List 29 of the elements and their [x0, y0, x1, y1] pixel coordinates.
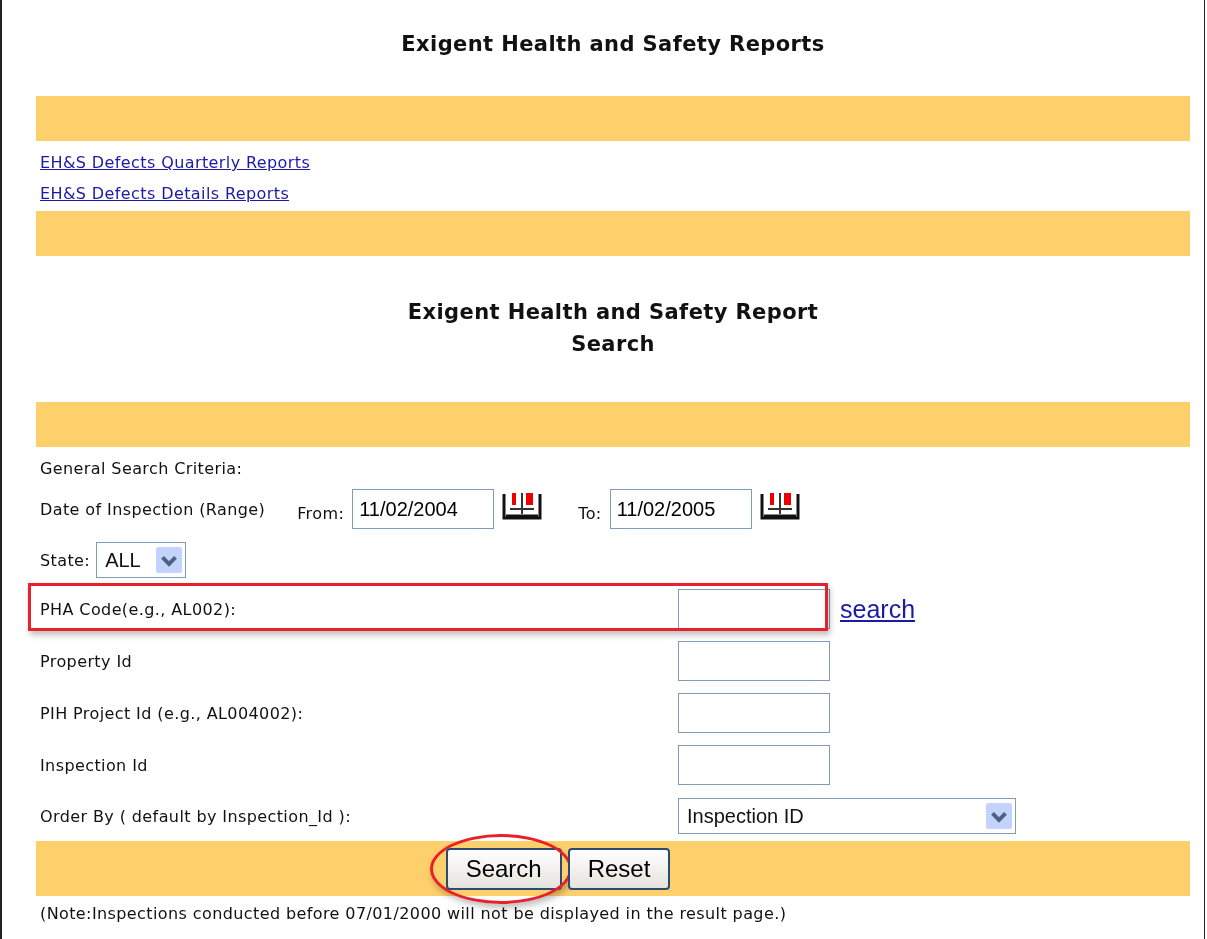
- report-link[interactable]: EH&S Defects Details Reports: [40, 184, 290, 203]
- date-field[interactable]: 11/02/2005: [609, 489, 752, 529]
- note-text: (Note:Inspections conducted before 07/01/2000 will not be displayed in the result page.): [39, 903, 788, 923]
- field-label: Inspection Id: [40, 755, 149, 775]
- page-title: Exigent Health and Safety Reports: [400, 31, 826, 58]
- field-label: From:: [297, 503, 345, 523]
- order-by-dropdown[interactable]: Inspection ID: [678, 798, 1016, 834]
- form-heading: Search: [570, 331, 656, 358]
- field-label: State:: [40, 550, 91, 570]
- field-label: Date of Inspection (Range): [40, 499, 266, 519]
- field-label: Property Id: [40, 651, 134, 671]
- date-field[interactable]: 11/02/2004: [352, 489, 495, 529]
- input-field[interactable]: [678, 693, 830, 733]
- form-button[interactable]: Search: [445, 847, 562, 890]
- field-label: To:: [578, 503, 602, 523]
- calendar-icon[interactable]: [502, 490, 543, 520]
- input-field[interactable]: [678, 589, 830, 629]
- calendar-icon[interactable]: [759, 490, 800, 520]
- input-field[interactable]: [678, 641, 830, 681]
- form-button[interactable]: Reset: [567, 847, 671, 890]
- search-link[interactable]: search: [840, 594, 1186, 624]
- field-label: PHA Code(e.g., AL002):: [40, 599, 238, 619]
- field-label: PIH Project Id (e.g., AL004002):: [40, 703, 305, 723]
- state-dropdown[interactable]: ALL: [96, 542, 187, 578]
- field-label: Order By ( default by Inspection_Id ):: [40, 806, 352, 826]
- form-heading: Exigent Health and Safety Report: [406, 299, 820, 326]
- report-link[interactable]: EH&S Defects Quarterly Reports: [40, 153, 311, 172]
- section-label: General Search Criteria:: [40, 458, 243, 478]
- input-field[interactable]: [678, 745, 830, 785]
